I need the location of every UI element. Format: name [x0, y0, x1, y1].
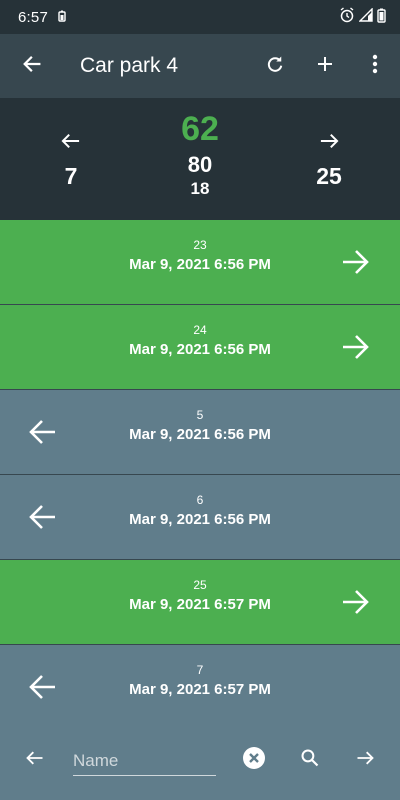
status-time: 6:57	[18, 8, 48, 26]
navigation-strip	[0, 790, 400, 800]
list-item[interactable]: 25 Mar 9, 2021 6:57 PM	[0, 560, 400, 645]
event-datetime: Mar 9, 2021 6:56 PM	[129, 511, 271, 528]
refresh-button[interactable]	[250, 34, 300, 98]
arrow-right-icon	[334, 580, 378, 624]
arrow-left-icon	[60, 133, 82, 154]
arrow-left-icon	[21, 53, 43, 80]
more-options-button[interactable]	[350, 34, 400, 98]
list-item[interactable]: 23 Mar 9, 2021 6:56 PM	[0, 220, 400, 305]
refresh-icon	[265, 54, 285, 79]
add-button[interactable]	[300, 34, 350, 98]
list-item[interactable]: 7 Mar 9, 2021 6:57 PM	[0, 645, 400, 730]
clear-button[interactable]	[234, 740, 274, 780]
event-datetime: Mar 9, 2021 6:57 PM	[129, 681, 271, 698]
more-vert-icon	[372, 54, 378, 79]
event-number: 5	[196, 408, 204, 422]
alarm-icon	[339, 7, 355, 27]
entries-out-stat: 25	[298, 132, 360, 188]
list-item[interactable]: 5 Mar 9, 2021 6:56 PM	[0, 390, 400, 475]
battery-saver-icon	[58, 9, 66, 26]
mark-out-button[interactable]	[15, 740, 55, 780]
arrow-right-icon	[334, 325, 378, 369]
occupied-count: 18	[190, 179, 210, 198]
entries-out-count: 25	[316, 163, 342, 189]
event-number: 6	[196, 493, 204, 507]
back-button[interactable]	[0, 34, 64, 98]
list-item[interactable]: 24 Mar 9, 2021 6:56 PM	[0, 305, 400, 390]
event-list: 23 Mar 9, 2021 6:56 PM 24 Mar 9, 2021 6:…	[0, 220, 400, 730]
name-field[interactable]	[73, 746, 216, 776]
battery-icon	[377, 8, 386, 27]
arrow-left-icon	[25, 749, 45, 772]
list-item[interactable]: 6 Mar 9, 2021 6:56 PM	[0, 475, 400, 560]
status-bar: 6:57	[0, 0, 400, 34]
signal-icon	[358, 7, 373, 26]
app-bar: Car park 4	[0, 34, 400, 98]
capacity-count: 80	[187, 152, 213, 177]
arrow-right-icon	[334, 240, 378, 284]
bottom-bar	[0, 730, 400, 790]
name-input[interactable]	[73, 746, 216, 775]
search-button[interactable]	[290, 740, 330, 780]
clear-circle-icon	[242, 746, 266, 775]
plus-icon	[317, 56, 333, 77]
capacity-stat: 62 80 18	[150, 112, 250, 197]
entries-in-count: 7	[64, 163, 78, 189]
page-title: Car park 4	[80, 54, 179, 77]
summary-panel: 7 62 80 18 25	[0, 98, 400, 220]
arrow-right-icon	[355, 749, 375, 772]
entries-in-stat: 7	[40, 132, 102, 188]
search-icon	[300, 748, 320, 773]
event-number: 7	[196, 663, 204, 677]
available-count: 62	[181, 110, 219, 148]
mark-in-button[interactable]	[345, 740, 385, 780]
arrow-right-icon	[318, 133, 340, 154]
event-datetime: Mar 9, 2021 6:56 PM	[129, 426, 271, 443]
